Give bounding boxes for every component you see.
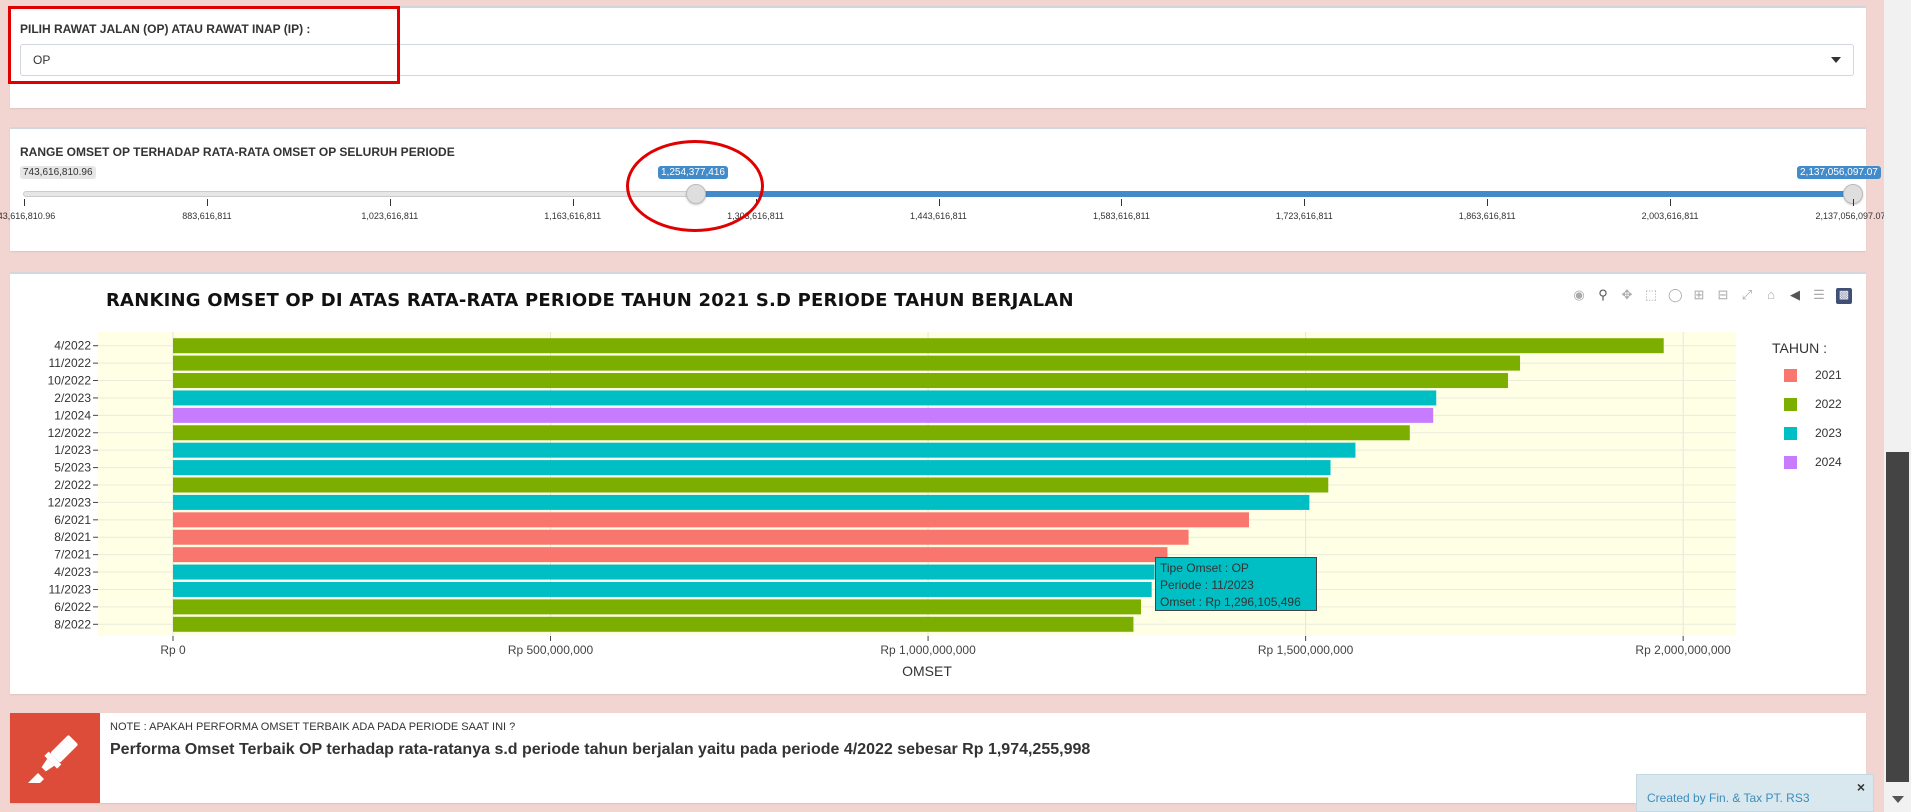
range-to-badge: 2,137,056,097.07	[1797, 166, 1881, 179]
range-panel: RANGE OMSET OP TERHADAP RATA-RATA OMSET …	[0, 127, 1891, 251]
y-tick-label: 6/2021	[54, 513, 91, 527]
slider-tick-mark	[1487, 199, 1489, 206]
y-tick-label: 12/2022	[48, 426, 92, 440]
slider-tick-label: 1,863,616,811	[1458, 211, 1516, 221]
y-tick-label: 10/2022	[48, 374, 92, 388]
bar	[173, 616, 1134, 632]
tooltip-line-omset: Omset : Rp 1,296,105,496	[1160, 595, 1301, 609]
x-tick-label: Rp 1,000,000,000	[880, 643, 976, 657]
y-tick-label: 6/2022	[54, 600, 91, 614]
y-tick-label: 8/2022	[54, 617, 91, 631]
tooltip-line-period: Periode : 11/2023	[1160, 578, 1254, 592]
slider-tick-mark	[1853, 199, 1854, 206]
slider-tick-label: 2,137,056,097.077	[1815, 211, 1891, 221]
y-tick-label: 8/2021	[54, 530, 91, 544]
x-tick-label: Rp 500,000,000	[508, 643, 594, 657]
slider-tick-label: 1,583,616,811	[1092, 211, 1150, 221]
bar-chart: Rp 0 Rp 500,000,000 Rp 1,000,000,000 Rp 1,5…	[48, 332, 1736, 679]
legend-item-2023[interactable]: 2023	[1784, 426, 1842, 440]
bar	[173, 512, 1249, 528]
y-tick-label: 1/2023	[54, 443, 91, 457]
legend-item-2021[interactable]: 2021	[1784, 368, 1842, 382]
bar	[173, 460, 1331, 476]
range-min-badge: 743,616,810.96	[20, 166, 96, 179]
page-scrollbar[interactable]	[1884, 0, 1911, 812]
bar	[173, 373, 1508, 389]
bar	[173, 529, 1189, 545]
legend-title: TAHUN :	[1772, 340, 1827, 356]
x-axis-title: OMSET	[902, 663, 952, 679]
y-tick-label: 4/2022	[54, 339, 91, 353]
slider-tick-label: 883,616,811	[182, 211, 232, 221]
legend-label: 2024	[1815, 455, 1842, 469]
y-tick-label: 4/2023	[54, 565, 91, 579]
slider-tick-mark	[389, 199, 391, 206]
legend-label: 2022	[1815, 397, 1842, 411]
note-icon-box	[10, 713, 100, 803]
chevron-down-icon	[1831, 57, 1841, 63]
bar	[173, 581, 1152, 597]
bar	[173, 477, 1329, 493]
slider-tick-mark	[572, 199, 574, 206]
slider-tick-label: 743,616,810.96	[0, 211, 56, 221]
chart-panel: RANKING OMSET OP DI ATAS RATA-RATA PERIO…	[10, 272, 1866, 694]
scroll-down-arrow-icon[interactable]	[1892, 796, 1904, 803]
note-summary: Performa Omset Terbaik OP terhadap rata-…	[110, 741, 1091, 758]
bar	[173, 599, 1142, 615]
bar	[173, 547, 1168, 563]
y-tick-label: 2/2023	[54, 391, 91, 405]
highlight-rectangle	[8, 6, 400, 84]
highlight-circle	[626, 140, 764, 232]
y-tick-label: 5/2023	[54, 461, 91, 475]
legend-item-2022[interactable]: 2022	[1784, 397, 1842, 411]
legend-swatch	[1784, 368, 1797, 382]
bar	[173, 390, 1437, 406]
y-tick-label: 1/2024	[54, 408, 91, 422]
bar	[173, 442, 1356, 458]
tooltip-line-type: Tipe Omset : OP	[1160, 561, 1249, 575]
bar	[173, 564, 1155, 580]
x-tick-label: Rp 1,500,000,000	[1258, 643, 1354, 657]
bar	[173, 338, 1664, 354]
slider-tick-label: 1,443,616,811	[910, 211, 967, 221]
bar	[173, 355, 1521, 371]
slider-tick-mark	[206, 199, 208, 206]
credit-toast: Created by Fin. & Tax PT. RS3 ×	[1636, 774, 1874, 812]
y-tick-label: 12/2023	[48, 495, 92, 509]
slider-tick-mark	[24, 199, 25, 206]
range-label: RANGE OMSET OP TERHADAP RATA-RATA OMSET …	[20, 145, 455, 159]
slider-tick-mark	[938, 199, 940, 206]
slider-tick-label: 2,003,616,811	[1641, 211, 1699, 221]
highlighter-icon	[28, 735, 78, 783]
slider-tick-label: 1,023,616,811	[361, 211, 419, 221]
legend-item-2024[interactable]: 2024	[1784, 455, 1842, 469]
bar	[173, 425, 1410, 441]
y-tick-label: 7/2021	[54, 548, 91, 562]
x-tick-label: Rp 2,000,000,000	[1635, 643, 1731, 657]
bar	[173, 407, 1434, 423]
hover-tooltip: Tipe Omset : OP Periode : 11/2023 Omset …	[1155, 557, 1317, 611]
note-panel: NOTE : APAKAH PERFORMA OMSET TERBAIK ADA…	[10, 713, 1866, 803]
y-tick-label: 11/2022	[49, 356, 92, 370]
slider-tick-label: 1,163,616,811	[544, 211, 602, 221]
x-tick-label: Rp 0	[160, 643, 186, 657]
legend-swatch	[1784, 455, 1797, 469]
legend-swatch	[1784, 426, 1797, 440]
y-tick-label: 11/2023	[49, 582, 92, 596]
close-icon[interactable]: ×	[1857, 779, 1865, 795]
y-tick-label: 2/2022	[54, 478, 91, 492]
legend-label: 2023	[1815, 426, 1842, 440]
legend-swatch	[1784, 397, 1797, 411]
slider-tick-mark	[1670, 199, 1672, 206]
slider-tick-mark	[1121, 199, 1123, 206]
credit-text: Created by Fin. & Tax PT. RS3	[1647, 791, 1810, 805]
note-question: NOTE : APAKAH PERFORMA OMSET TERBAIK ADA…	[110, 721, 516, 733]
legend-label: 2021	[1815, 368, 1842, 382]
bar	[173, 494, 1310, 510]
slider-tick-mark	[1304, 199, 1306, 206]
scrollbar-thumb[interactable]	[1886, 452, 1909, 782]
slider-tick-label: 1,723,616,811	[1275, 211, 1333, 221]
slider-selected-range	[696, 191, 1852, 197]
